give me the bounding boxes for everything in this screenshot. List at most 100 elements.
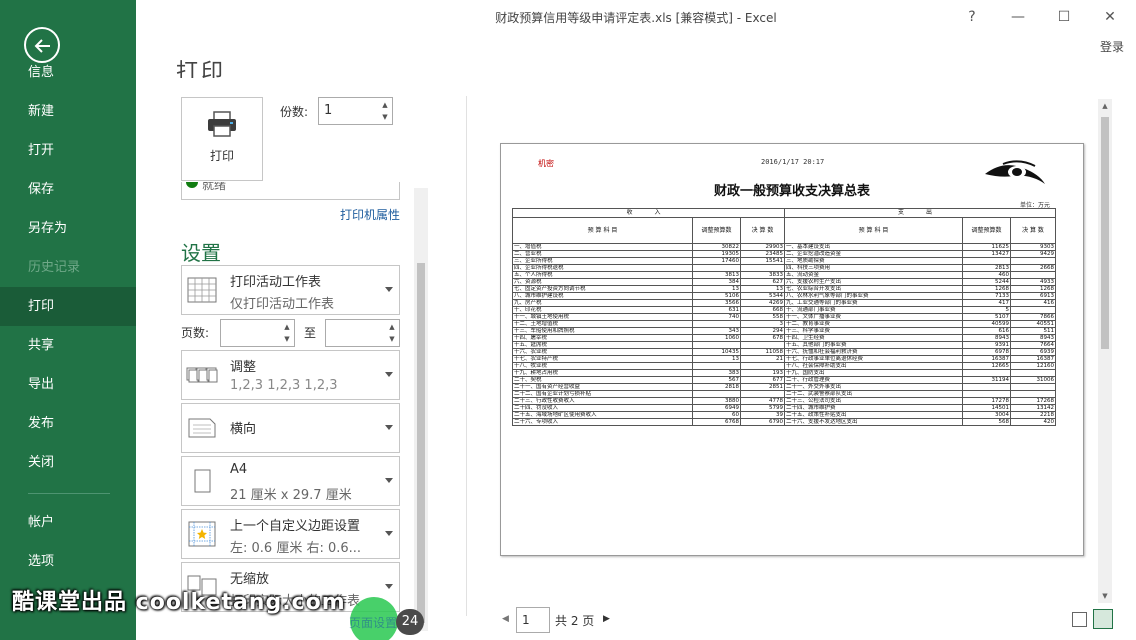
table-cell-number: 740 (692, 313, 741, 321)
sidebar-item-history: 历史记录 (28, 260, 81, 275)
chevron-down-icon (385, 287, 393, 292)
table-cell-number: 17268 (1010, 397, 1056, 405)
table-cell-number (1010, 383, 1056, 391)
col-item-expense: 预 算 科 目 (784, 217, 963, 244)
table-cell-number: 631 (692, 306, 741, 314)
sidebar-item-save-as[interactable]: 另存为 (0, 209, 136, 248)
spin-down-icon[interactable]: ▼ (282, 333, 292, 345)
total-pages-label: 共 2 页 (555, 614, 595, 628)
table-cell-item: 九、房产税 (512, 299, 693, 307)
zoom-to-page-icon[interactable] (1093, 609, 1113, 629)
sidebar-item-open[interactable]: 打开 (0, 131, 136, 170)
previous-page-icon[interactable]: ◀ (502, 614, 509, 624)
sidebar-item-close[interactable]: 关闭 (0, 443, 136, 482)
sidebar-item-new[interactable]: 新建 (0, 92, 136, 131)
pages-from-input[interactable]: ▲ ▼ (220, 319, 295, 347)
table-cell-number: 8943 (962, 334, 1011, 342)
collate-title: 调整 (230, 360, 257, 375)
print-button-label: 打印 (209, 149, 234, 163)
copies-stepper[interactable]: 1 ▲ ▼ (318, 97, 393, 125)
spin-up-icon[interactable]: ▲ (380, 99, 390, 111)
table-cell-number: 2851 (740, 383, 785, 391)
table-row: 十三、车船使用和牌照税 343 294 十三、科学事业费 616 511 (512, 327, 1056, 335)
table-cell-item: 二十二、武装警察部队支出 (784, 390, 963, 398)
orientation-title: 横向 (230, 422, 257, 437)
table-cell-number: 5106 (692, 292, 741, 300)
table-row: 二、营业税 19305 23485 二、企业挖潜改造资金 13427 9429 (512, 250, 1056, 258)
printer-selector[interactable]: 就绪 (181, 182, 400, 200)
paper-size-dropdown[interactable]: A4 21 厘米 x 29.7 厘米 (181, 456, 400, 506)
table-cell-item: 十、印花税 (512, 306, 693, 314)
sidebar-item-publish[interactable]: 发布 (0, 404, 136, 443)
sidebar-item-export[interactable]: 导出 (0, 365, 136, 404)
spin-down-icon[interactable]: ▼ (387, 333, 397, 345)
table-cell-number: 21 (740, 355, 785, 363)
spin-up-icon[interactable]: ▲ (387, 321, 397, 333)
close-button[interactable]: ✕ (1098, 6, 1122, 30)
scrollbar-thumb[interactable] (417, 263, 425, 623)
table-cell-number: 627 (740, 278, 785, 286)
table-cell-item: 十六、农业税 (512, 348, 693, 356)
table-cell-item: 二十四、城市维护费 (784, 404, 963, 412)
table-cell-number: 3813 (692, 271, 741, 279)
scrollbar-thumb[interactable] (1101, 117, 1109, 349)
paper-size-subtitle: 21 厘米 x 29.7 厘米 (230, 488, 352, 503)
table-cell-item: 七、农业综合开发支出 (784, 285, 963, 293)
table-cell-number: 1060 (692, 334, 741, 342)
table-row: 二十二、国有企业计划亏损补贴 二十二、武装警察部队支出 (512, 390, 1056, 398)
margins-dropdown[interactable]: 上一个自定义边距设置 左: 0.6 厘米 右: 0.6... (181, 509, 400, 559)
table-cell-item: 十、流通部门事业费 (784, 306, 963, 314)
show-margins-icon[interactable] (1072, 612, 1087, 627)
printer-ready-icon (186, 182, 198, 188)
table-cell-number: 5107 (962, 313, 1011, 321)
table-row: 二十三、行政性收费收入 3880 4778 二十三、公检法司支出 17278 17268 (512, 397, 1056, 405)
print-button[interactable]: 打印 (181, 97, 263, 181)
paper-secret-label: 机密 (538, 159, 554, 168)
table-cell-number: 6790 (740, 418, 785, 426)
table-cell-number: 17278 (962, 397, 1011, 405)
scroll-up-icon[interactable]: ▲ (1098, 99, 1112, 113)
sidebar-item-account[interactable]: 帐户 (0, 503, 136, 542)
minimize-button[interactable]: — (1006, 6, 1030, 30)
preview-page: 机密 2016/1/17 20:17 财政一般预算收支决算总表 单位：万元 收 … (500, 143, 1084, 556)
sidebar-item-save[interactable]: 保存 (0, 170, 136, 209)
settings-scrollbar[interactable] (414, 188, 428, 631)
spin-up-icon[interactable]: ▲ (282, 321, 292, 333)
collate-dropdown[interactable]: 调整 1,2,3 1,2,3 1,2,3 (181, 350, 400, 400)
next-page-icon[interactable]: ▶ (603, 614, 610, 624)
sidebar-item-share[interactable]: 共享 (0, 326, 136, 365)
sidebar-item-options[interactable]: 选项 (0, 542, 136, 581)
window-title: 财政预算信用等级申请评定表.xls [兼容模式] - Excel (495, 11, 777, 25)
printer-properties-link[interactable]: 打印机属性 (340, 206, 400, 223)
table-cell-number: 16387 (1010, 355, 1056, 363)
sidebar-divider (28, 493, 110, 494)
pages-to-input[interactable]: ▲ ▼ (325, 319, 400, 347)
restore-button[interactable]: ☐ (1052, 6, 1076, 30)
table-cell-number: 9429 (1010, 250, 1056, 258)
page-setup-link[interactable]: 页面设置 (349, 614, 397, 631)
table-cell-number: 8943 (1010, 334, 1056, 342)
table-cell-number: 616 (962, 327, 1011, 335)
table-cell-number (740, 362, 785, 370)
paper-title: 财政一般预算收支决算总表 (713, 184, 870, 199)
table-cell-number: 7133 (962, 292, 1011, 300)
table-cell-item: 八、城市维护建设税 (512, 292, 693, 300)
preview-scrollbar[interactable]: ▲ ▼ (1098, 99, 1112, 603)
table-cell-number (692, 341, 741, 349)
sidebar-item-print[interactable]: 打印 (0, 287, 136, 326)
spin-down-icon[interactable]: ▼ (380, 111, 390, 123)
table-cell-item: 十四、屠宰税 (512, 334, 693, 342)
print-scope-dropdown[interactable]: 打印活动工作表 仅打印活动工作表 (181, 265, 400, 315)
sidebar-item-info[interactable]: 信息 (0, 53, 136, 92)
table-cell-item: 十九、国防支出 (784, 369, 963, 377)
table-cell-number (962, 383, 1011, 391)
current-page-input[interactable]: 1 (516, 607, 550, 633)
print-heading: 打印 (176, 60, 227, 78)
scroll-down-icon[interactable]: ▼ (1098, 589, 1112, 603)
help-button[interactable]: ? (960, 6, 984, 30)
orientation-dropdown[interactable]: 横向 (181, 403, 400, 453)
printer-icon (208, 111, 236, 137)
table-cell-number: 10435 (692, 348, 741, 356)
preview-divider (466, 96, 467, 616)
table-cell-number: 7664 (1010, 341, 1056, 349)
